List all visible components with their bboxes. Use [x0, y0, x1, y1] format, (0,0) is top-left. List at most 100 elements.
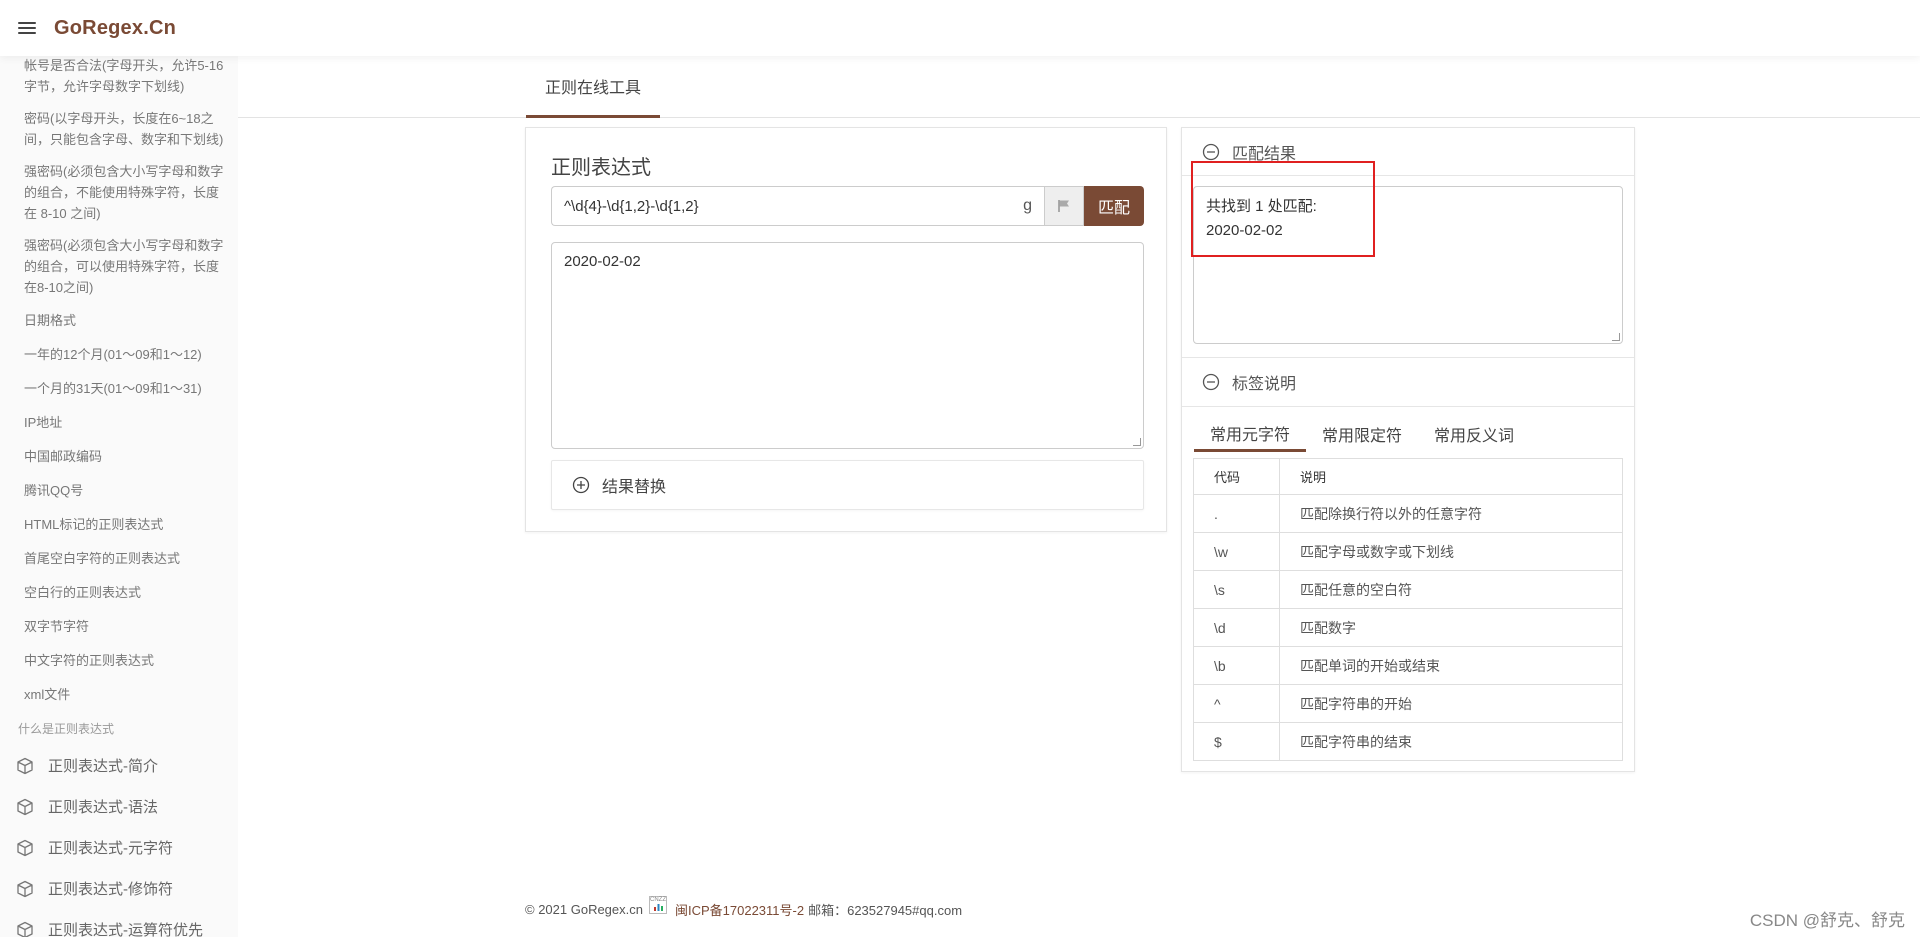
sidebar-item-blank-line[interactable]: 空白行的正则表达式 [0, 576, 238, 610]
sidebar-item-qq[interactable]: 腾讯QQ号 [0, 474, 238, 508]
cube-icon [17, 757, 33, 774]
sidebar: 帐号是否合法(字母开头，允许5-16字节，允许字母数字下划线) 密码(以字母开头… [0, 56, 238, 937]
desc-cell: 匹配任意的空白符 [1279, 570, 1623, 609]
reference-tabs: 常用元字符 常用限定符 常用反义词 [1194, 416, 1530, 452]
sidebar-item-chinese[interactable]: 中文字符的正则表达式 [0, 644, 238, 678]
tab-quantifiers[interactable]: 常用限定符 [1306, 416, 1418, 452]
flag-icon [1058, 200, 1069, 212]
table-row: \b 匹配单词的开始或结束 [1193, 646, 1623, 685]
flag-button[interactable] [1044, 186, 1084, 226]
sidebar-item-html[interactable]: HTML标记的正则表达式 [0, 508, 238, 542]
tab-metachars[interactable]: 常用元字符 [1194, 416, 1307, 452]
footer: © 2021 GoRegex.cn CNZZ 闽ICP备17022311号-2 … [525, 896, 962, 922]
email-text: 邮箱：623527945#qq.com [808, 902, 963, 918]
code-cell: \s [1193, 570, 1280, 609]
desc-cell: 匹配单词的开始或结束 [1279, 646, 1623, 685]
replace-toggle[interactable]: 结果替换 [551, 460, 1144, 510]
cube-icon [17, 921, 33, 937]
sidebar-item-postcode[interactable]: 中国邮政编码 [0, 440, 238, 474]
regex-flags: g [1023, 197, 1032, 214]
desc-cell: 匹配字符串的结束 [1279, 722, 1623, 761]
cube-icon [17, 880, 33, 897]
menu-icon[interactable] [18, 22, 36, 34]
sidebar-nav-label: 正则表达式-修饰符 [48, 881, 173, 898]
stats-badge-icon[interactable]: CNZZ [648, 896, 667, 914]
test-text: 2020-02-02 [564, 253, 641, 270]
test-text-area[interactable]: 2020-02-02 [551, 242, 1144, 449]
match-result-header[interactable]: 匹配结果 [1182, 128, 1634, 176]
match-button[interactable]: 匹配 [1084, 186, 1144, 226]
sidebar-nav-label: 正则表达式-元字符 [48, 840, 173, 857]
table-row: $ 匹配字符串的结束 [1193, 722, 1623, 761]
match-item: 2020-02-02 [1206, 222, 1283, 239]
tag-reference-header[interactable]: 标签说明 [1182, 357, 1634, 407]
table-row: \d 匹配数字 [1193, 608, 1623, 647]
sidebar-item-xml[interactable]: xml文件 [0, 678, 238, 712]
brand-logo[interactable]: GoRegex.Cn [54, 17, 176, 40]
sidebar-nav-label: 正则表达式-简介 [48, 758, 158, 775]
cube-icon [17, 839, 33, 856]
code-cell: $ [1193, 722, 1280, 761]
table-row: \w 匹配字母或数字或下划线 [1193, 532, 1623, 571]
sidebar-item-date-format[interactable]: 日期格式 [0, 304, 238, 338]
table-row: \s 匹配任意的空白符 [1193, 570, 1623, 609]
desc-cell: 匹配字符串的开始 [1279, 684, 1623, 723]
bar-chart-icon [653, 904, 663, 911]
code-cell: . [1193, 494, 1280, 533]
top-bar: GoRegex.Cn [0, 0, 1920, 56]
table-header-row: 代码 说明 [1193, 458, 1623, 495]
code-cell: ^ [1193, 684, 1280, 723]
column-header-code: 代码 [1193, 458, 1280, 495]
match-result-box[interactable]: 共找到 1 处匹配: 2020-02-02 [1193, 186, 1623, 344]
resize-grip-icon[interactable] [1133, 438, 1141, 446]
sidebar-section-label: 什么是正则表达式 [18, 722, 115, 736]
sidebar-item-months[interactable]: 一年的12个月(01～09和1～12) [0, 338, 238, 372]
sidebar-nav-modifier[interactable]: 正则表达式-修饰符 [0, 868, 238, 909]
regex-card: 正则表达式 ^\d{4}-\d{1,2}-\d{1,2} g 匹配 2020-0… [525, 127, 1167, 532]
sidebar-nav-metachar[interactable]: 正则表达式-元字符 [0, 827, 238, 868]
watermark: CSDN @舒克、舒克 [1749, 911, 1905, 930]
reference-table: 代码 说明 . 匹配除换行符以外的任意字符 \w 匹配字母或数字或下划线 \s 匹配任… [1193, 458, 1623, 761]
match-summary: 共找到 1 处匹配: [1206, 198, 1317, 215]
copyright-text: © 2021 GoRegex.cn [525, 901, 643, 917]
icp-link[interactable]: 闽ICP备17022311号-2 [675, 900, 804, 919]
desc-cell: 匹配数字 [1279, 608, 1623, 647]
regex-input[interactable]: ^\d{4}-\d{1,2}-\d{1,2} g [551, 186, 1044, 226]
tab-negations[interactable]: 常用反义词 [1418, 416, 1530, 452]
table-row: ^ 匹配字符串的开始 [1193, 684, 1623, 723]
sidebar-item-double-byte[interactable]: 双字节字符 [0, 610, 238, 644]
sidebar-item-ip[interactable]: IP地址 [0, 406, 238, 440]
minus-circle-icon [1202, 373, 1220, 391]
sidebar-nav-intro[interactable]: 正则表达式-简介 [0, 745, 238, 786]
code-cell: \b [1193, 646, 1280, 685]
code-cell: \w [1193, 532, 1280, 571]
sidebar-item-days[interactable]: 一个月的31天(01～09和1～31) [0, 372, 238, 406]
minus-circle-icon [1202, 143, 1220, 160]
sidebar-item-password[interactable]: 密码(以字母开头，长度在6~18之间，只能包含字母、数字和下划线) [0, 103, 238, 156]
sidebar-item-strong-password-special[interactable]: 强密码(必须包含大小写字母和数字的组合，可以使用特殊字符，长度在8-10之间) [0, 230, 238, 304]
tag-reference-title: 标签说明 [1232, 376, 1297, 393]
code-cell: \d [1193, 608, 1280, 647]
sidebar-item-strong-password[interactable]: 强密码(必须包含大小写字母和数字的组合，不能使用特殊字符，长度在 8-10 之间… [0, 156, 238, 230]
match-result-title: 匹配结果 [1232, 145, 1297, 163]
tab-regex-tool[interactable]: 正则在线工具 [526, 56, 660, 118]
column-header-desc: 说明 [1279, 458, 1623, 495]
main-tab-bar: 正则在线工具 [238, 56, 1920, 118]
sidebar-item-trim[interactable]: 首尾空白字符的正则表达式 [0, 542, 238, 576]
table-row: . 匹配除换行符以外的任意字符 [1193, 494, 1623, 533]
sidebar-nav-syntax[interactable]: 正则表达式-语法 [0, 786, 238, 827]
desc-cell: 匹配字母或数字或下划线 [1279, 532, 1623, 571]
resize-grip-icon[interactable] [1612, 333, 1620, 341]
regex-pattern: ^\d{4}-\d{1,2}-\d{1,2} [564, 197, 699, 215]
replace-label: 结果替换 [602, 479, 667, 496]
sidebar-item-account[interactable]: 帐号是否合法(字母开头，允许5-16字节，允许字母数字下划线) [0, 56, 238, 103]
sidebar-nav-label: 正则表达式-语法 [48, 799, 158, 816]
desc-cell: 匹配除换行符以外的任意字符 [1279, 494, 1623, 533]
regex-input-group: ^\d{4}-\d{1,2}-\d{1,2} g 匹配 [551, 186, 1144, 226]
plus-circle-icon [572, 476, 590, 494]
sidebar-nav-label: 正则表达式-运算符优先 [48, 922, 203, 937]
cube-icon [17, 798, 33, 815]
result-card: 匹配结果 共找到 1 处匹配: 2020-02-02 标签说明 常用元字符 常用… [1181, 127, 1635, 772]
sidebar-nav-precedence[interactable]: 正则表达式-运算符优先 [0, 909, 238, 937]
regex-title: 正则表达式 [551, 157, 651, 179]
